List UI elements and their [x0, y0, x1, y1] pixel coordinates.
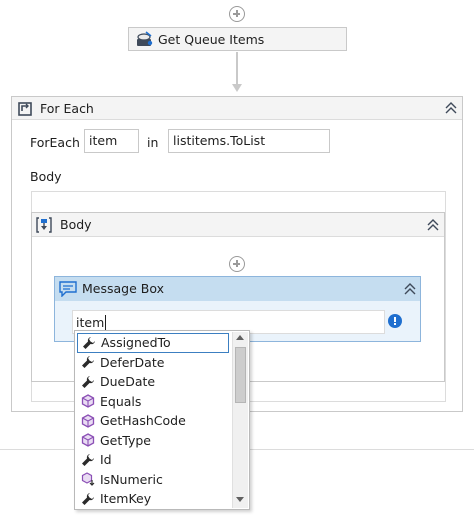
foreach-item-input[interactable]: item [84, 129, 139, 153]
for-each-header[interactable]: For Each [12, 97, 462, 120]
collapse-message-box-icon[interactable] [403, 282, 417, 296]
method-cube-icon [80, 413, 96, 429]
autocomplete-item-label: Id [100, 452, 112, 468]
in-label: in [147, 135, 159, 150]
autocomplete-item-label: Equals [100, 393, 142, 409]
method-cube-icon [80, 432, 96, 448]
autocomplete-item-label: DueDate [100, 374, 156, 390]
get-queue-items-title: Get Queue Items [158, 32, 265, 47]
add-activity-top-icon[interactable] [229, 6, 245, 22]
wrench-icon [80, 452, 96, 468]
autocomplete-scrollbar[interactable] [232, 332, 248, 508]
queue-icon [135, 31, 153, 48]
wrench-icon [81, 335, 97, 351]
extension-method-icon [80, 471, 96, 487]
validation-warning-icon[interactable] [388, 314, 402, 328]
body-sequence-title: Body [60, 217, 92, 232]
autocomplete-item-equals[interactable]: Equals [77, 392, 229, 412]
collapse-body-icon[interactable] [426, 218, 440, 232]
message-text-value: item [76, 315, 105, 330]
autocomplete-item-label: DeferDate [100, 354, 165, 370]
autocomplete-dropdown[interactable]: AssignedTo DeferDate DueDate Equals GetHashC… [74, 330, 250, 510]
autocomplete-item-duedate[interactable]: DueDate [77, 372, 229, 392]
autocomplete-item-gethashcode[interactable]: GetHashCode [77, 411, 229, 431]
collapse-for-each-icon[interactable] [444, 101, 458, 115]
for-each-icon [18, 100, 34, 116]
flow-arrow-head [232, 84, 242, 92]
autocomplete-list: AssignedTo DeferDate DueDate Equals GetHashC… [77, 333, 232, 508]
wrench-icon [80, 491, 96, 507]
autocomplete-item-label: ItemKey [100, 491, 152, 507]
add-activity-body-icon[interactable] [229, 256, 245, 272]
autocomplete-item-assignedto[interactable]: AssignedTo [77, 333, 229, 353]
autocomplete-item-deferdate[interactable]: DeferDate [77, 353, 229, 373]
get-queue-items-activity[interactable]: Get Queue Items [128, 27, 347, 51]
body-sequence-header[interactable]: Body [32, 213, 444, 237]
autocomplete-item-label: AssignedTo [101, 335, 171, 351]
method-cube-icon [80, 393, 96, 409]
message-box-title: Message Box [82, 281, 164, 296]
scroll-up-arrow-icon[interactable] [236, 335, 244, 340]
for-each-title: For Each [40, 101, 94, 116]
foreach-collection-input[interactable]: listitems.ToList [168, 129, 330, 153]
autocomplete-item-gettype[interactable]: GetType [77, 431, 229, 451]
autocomplete-item-label: IsNumeric [100, 471, 163, 487]
wrench-icon [80, 374, 96, 390]
scrollbar-thumb[interactable] [235, 347, 246, 403]
scroll-down-arrow-icon[interactable] [236, 497, 244, 502]
message-box-header[interactable]: Message Box [55, 277, 420, 301]
wrench-icon [80, 354, 96, 370]
flow-connector [236, 52, 238, 84]
foreach-label: ForEach [30, 135, 80, 150]
text-caret [105, 315, 106, 331]
autocomplete-item-isnumeric[interactable]: IsNumeric [77, 470, 229, 490]
message-box-icon [59, 281, 77, 298]
autocomplete-item-label: GetHashCode [100, 413, 186, 429]
autocomplete-item-label: GetType [100, 432, 151, 448]
sequence-icon [35, 216, 53, 234]
autocomplete-item-itemkey[interactable]: ItemKey [77, 489, 229, 509]
autocomplete-item-id[interactable]: Id [77, 450, 229, 470]
body-label: Body [30, 169, 62, 184]
